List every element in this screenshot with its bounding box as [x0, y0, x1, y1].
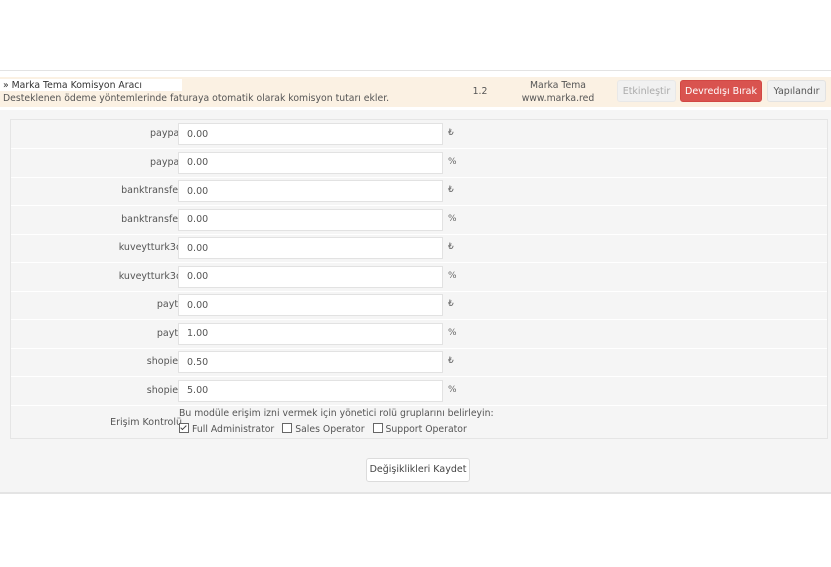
unit-label: ₺ [448, 128, 454, 138]
amount-input[interactable] [178, 265, 443, 288]
amount-input[interactable] [178, 379, 443, 402]
role-label: Support Operator [385, 424, 467, 435]
role-option-sales-operator[interactable]: Sales Operator [282, 423, 365, 435]
form-row: banktransfer % [11, 206, 827, 235]
form-row: banktransfer ₺ [11, 177, 827, 206]
form-row: shopier ₺ [11, 348, 827, 377]
module-author: Marka Tema www.marka.red [513, 79, 603, 105]
module-description: Desteklenen ödeme yöntemlerinde faturaya… [3, 93, 390, 104]
access-control-options: Full Administrator Sales Operator Suppor… [179, 423, 472, 435]
unit-label: % [448, 327, 457, 338]
field-label: kuveytturk3d [118, 242, 182, 253]
amount-input[interactable] [178, 151, 443, 174]
configure-button[interactable]: Yapılandır [767, 80, 826, 102]
role-label: Full Administrator [192, 424, 275, 435]
access-control-label: Erişim Kontrolü [110, 417, 182, 428]
amount-input[interactable] [178, 180, 443, 202]
amount-input[interactable] [178, 294, 443, 316]
amount-input[interactable] [178, 322, 443, 345]
checkbox-checked-icon[interactable] [179, 423, 189, 433]
save-changes-button[interactable]: Değişiklikleri Kaydet [366, 458, 470, 482]
author-name: Marka Tema [530, 80, 586, 91]
unit-label: % [448, 384, 457, 395]
unit-label: ₺ [448, 299, 454, 309]
unit-label: % [448, 156, 457, 167]
amount-input[interactable] [178, 123, 443, 145]
amount-input[interactable] [178, 351, 443, 373]
form-row: paytr % [11, 320, 827, 349]
module-name-box: » Marka Tema Komisyon Aracı [0, 79, 182, 91]
form-row: kuveytturk3d ₺ [11, 234, 827, 263]
checkbox-icon[interactable] [282, 423, 293, 433]
access-control-help: Bu modüle erişim izni vermek için yöneti… [179, 408, 494, 419]
field-label: shopier [146, 356, 182, 367]
unit-label: ₺ [448, 356, 454, 366]
form-row: paypal % [11, 149, 827, 178]
amount-input[interactable] [178, 237, 443, 259]
field-label: banktransfer [121, 213, 182, 225]
role-option-full-administrator[interactable]: Full Administrator [179, 423, 274, 435]
bottom-divider [0, 492, 831, 494]
form-row: paytr ₺ [11, 291, 827, 320]
module-row: » Marka Tema Komisyon Aracı Desteklenen … [0, 77, 831, 107]
config-form: paypal ₺ paypal % banktransfer ₺ banktra… [10, 119, 828, 439]
author-url[interactable]: www.marka.red [513, 92, 603, 105]
form-row: paypal ₺ [11, 120, 827, 149]
role-label: Sales Operator [295, 424, 365, 435]
role-option-support-operator[interactable]: Support Operator [372, 423, 467, 435]
checkbox-icon[interactable] [372, 423, 383, 433]
amount-input[interactable] [178, 208, 443, 231]
form-row: shopier % [11, 377, 827, 406]
unit-label: ₺ [448, 185, 454, 195]
unit-label: ₺ [448, 242, 454, 252]
top-divider [0, 70, 831, 71]
field-label: kuveytturk3d [118, 270, 182, 282]
deactivate-button[interactable]: Devredışı Bırak [680, 80, 762, 102]
form-row: kuveytturk3d % [11, 263, 827, 292]
activate-button: Etkinleştir [617, 80, 676, 102]
module-name: » Marka Tema Komisyon Aracı [3, 80, 142, 91]
module-version: 1.2 [472, 86, 488, 97]
field-label: banktransfer [121, 185, 182, 196]
unit-label: % [448, 270, 457, 281]
field-label: shopier [146, 384, 182, 396]
unit-label: % [448, 213, 457, 224]
access-control-row: Erişim Kontrolü Bu modüle erişim izni ve… [11, 405, 827, 438]
